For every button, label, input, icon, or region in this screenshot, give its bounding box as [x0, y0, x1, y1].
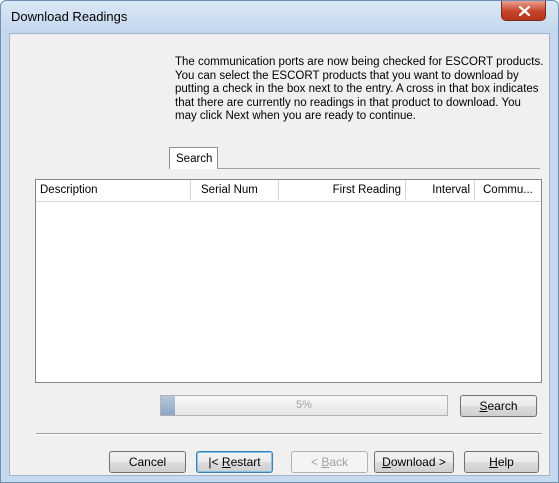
restart-button[interactable]: |< Restart [196, 451, 273, 473]
column-interval-label: Interval [432, 184, 470, 196]
back-button-prefix: < [310, 455, 322, 469]
download-button[interactable]: Download > [374, 451, 454, 473]
download-readings-window: Download Readings The communication port… [0, 0, 559, 483]
restart-button-mnemonic: R [221, 455, 231, 469]
window-title: Download Readings [11, 9, 128, 24]
column-header-first-reading[interactable]: First Reading [279, 180, 406, 200]
help-button[interactable]: Help [464, 451, 539, 473]
download-button-suffix: ownload > [390, 455, 446, 469]
column-header-serial-num[interactable]: Serial Num [191, 180, 279, 200]
cancel-button-label: Cancel [128, 455, 167, 469]
readings-list[interactable]: Description Serial Num First Reading Int… [35, 179, 542, 383]
tab-search[interactable]: Search [169, 147, 218, 169]
intro-text: The communication ports are now being ch… [175, 56, 544, 122]
download-button-mnemonic: D [382, 455, 391, 469]
column-header-interval[interactable]: Interval [406, 180, 475, 200]
close-button[interactable] [501, 1, 546, 21]
tab-search-label: Search [176, 153, 213, 165]
progress-label: 5% [296, 399, 312, 411]
button-separator [36, 433, 542, 435]
list-header: Description Serial Num First Reading Int… [36, 180, 541, 202]
close-icon [519, 6, 530, 16]
dialog-client-area: The communication ports are now being ch… [9, 33, 550, 476]
column-serial-num-label: Serial Num [201, 184, 258, 196]
search-button-suffix: earch [487, 399, 518, 413]
title-bar[interactable]: Download Readings [1, 1, 558, 33]
help-button-mnemonic: H [489, 455, 498, 469]
restart-button-prefix: |< [208, 455, 222, 469]
help-button-suffix: elp [497, 455, 514, 469]
column-header-communication[interactable]: Commu... [475, 180, 541, 200]
progress-bar: 5% [160, 395, 448, 416]
back-button[interactable]: < Back [291, 451, 368, 473]
back-button-suffix: ack [329, 455, 349, 469]
column-header-description[interactable]: Description [36, 180, 191, 200]
column-first-reading-label: First Reading [332, 184, 401, 196]
cancel-button[interactable]: Cancel [109, 451, 186, 473]
column-description-label: Description [40, 184, 98, 196]
tab-strip-line [218, 168, 540, 169]
column-communication-label: Commu... [483, 184, 533, 196]
search-button[interactable]: Search [460, 395, 537, 417]
restart-button-suffix: estart [230, 455, 261, 469]
